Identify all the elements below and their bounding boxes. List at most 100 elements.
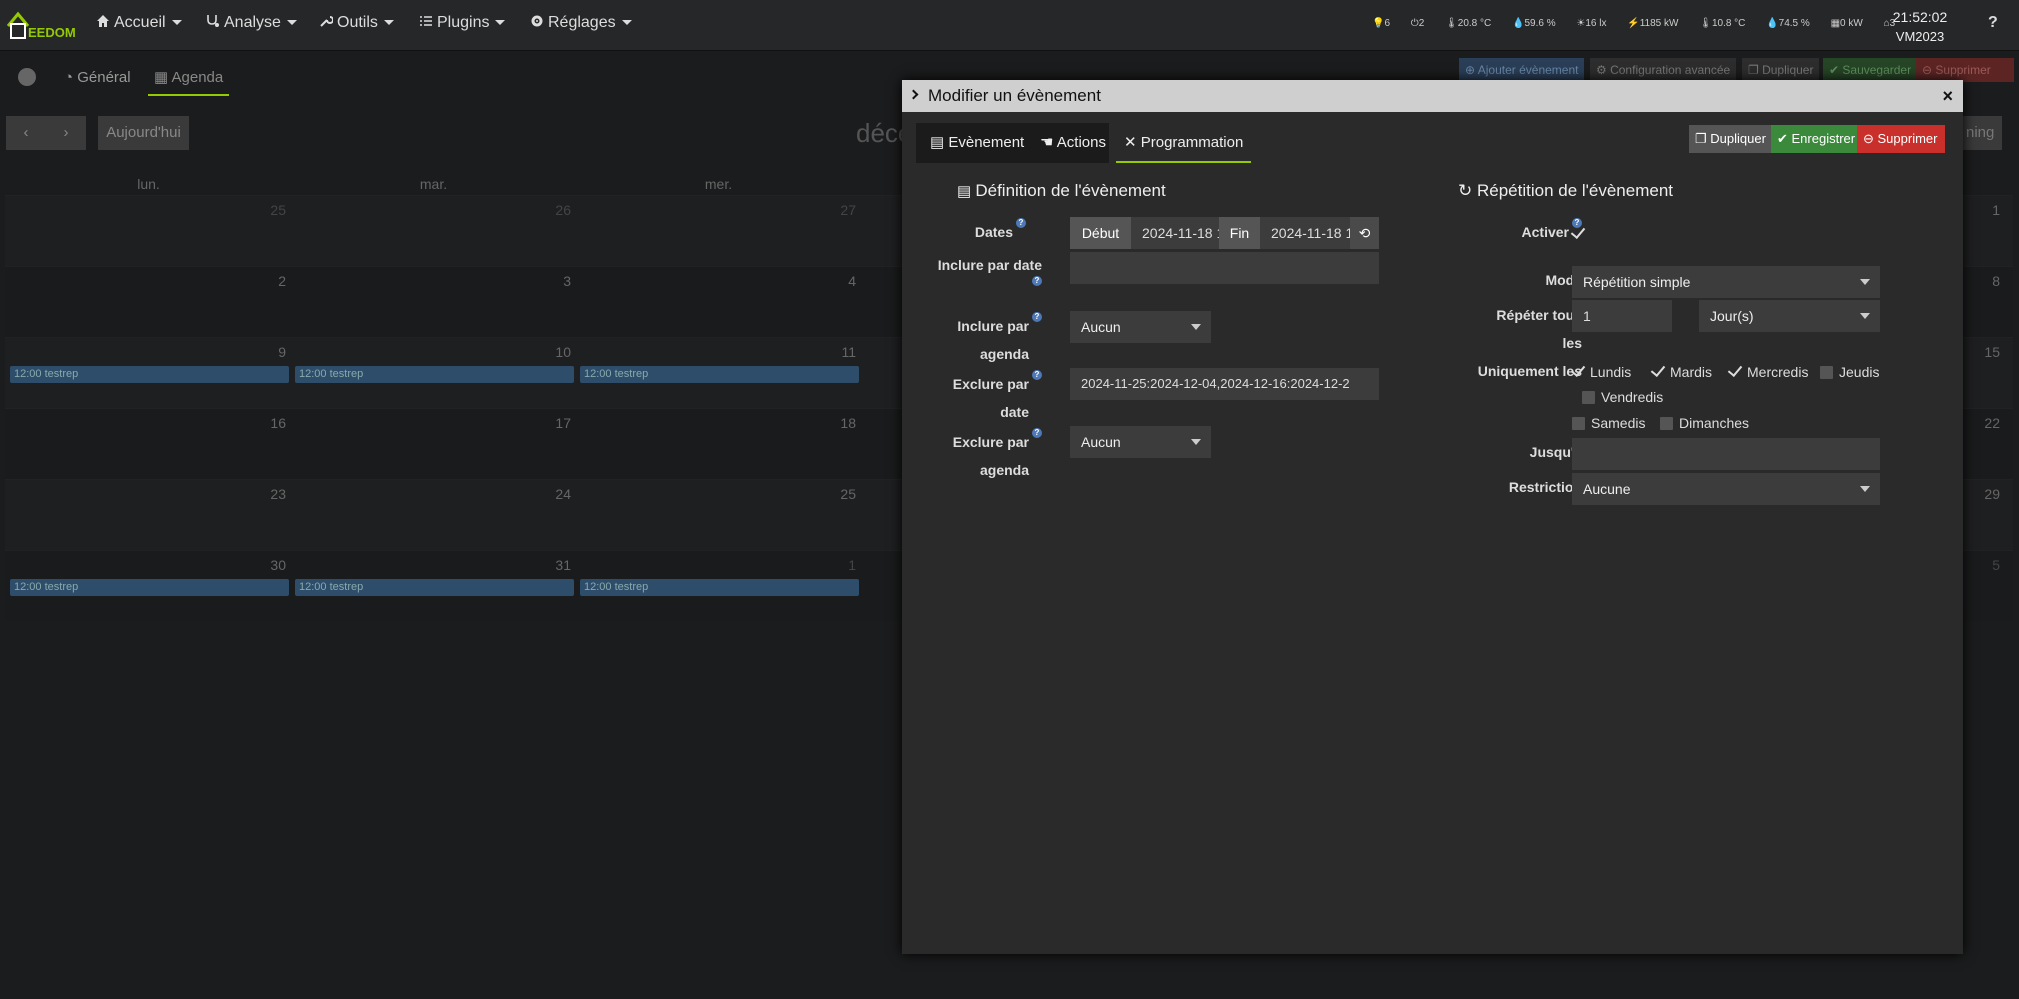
calendar-day-number[interactable]: 8 [1950, 273, 2000, 289]
tab-agenda[interactable]: ▦ Agenda [148, 62, 230, 96]
menu-plugins[interactable]: Plugins [419, 14, 506, 32]
calendar-day-number[interactable]: 4 [806, 273, 856, 289]
calendar-day-number[interactable]: 24 [521, 486, 571, 502]
calendar-event[interactable]: 12:00 testrep [10, 579, 289, 596]
question-circle-icon[interactable]: ? [1032, 428, 1042, 438]
checkbox-empty-icon [1660, 417, 1673, 430]
next-month-button[interactable]: › [46, 116, 86, 150]
calendar-event[interactable]: 12:00 testrep [295, 366, 574, 383]
save-event-button[interactable]: ✔ Enregistrer [1771, 125, 1862, 153]
duplicate-page-button[interactable]: ❐ Dupliquer [1742, 58, 1820, 82]
advanced-config-button[interactable]: ⚙ Configuration avancée [1590, 58, 1737, 82]
calendar-day-number[interactable]: 1 [806, 557, 856, 573]
calendar-day-number[interactable]: 25 [236, 202, 286, 218]
calendar-day-number[interactable]: 29 [1950, 486, 2000, 502]
tab-actions[interactable]: ☚ Actions [1032, 123, 1114, 163]
exclude-agenda-select[interactable]: Aucun [1070, 426, 1211, 458]
help-icon[interactable]: ? [1988, 14, 1998, 32]
menu-reglages[interactable]: Réglages [530, 14, 632, 32]
chevron-right-icon[interactable] [908, 89, 919, 100]
weekday-checkbox-dimanches[interactable]: Dimanches [1660, 414, 1749, 432]
calendar-day-number[interactable]: 30 [236, 557, 286, 573]
add-event-button[interactable]: ⊕ Ajouter évènement [1459, 58, 1585, 82]
calendar-day-number[interactable]: 16 [236, 415, 286, 431]
menu-analyse[interactable]: Analyse [206, 14, 297, 32]
status-summary[interactable]: 💡6 ⏻2 🌡20.8 °C 💧59.6 % ☀16 lx ⚡1185 kW 🌡… [1372, 18, 1913, 29]
status-temperature[interactable]: 🌡20.8 °C [1445, 18, 1500, 29]
question-circle-icon[interactable]: ? [1016, 218, 1026, 228]
weekday-checkbox-mercredis[interactable]: Mercredis [1727, 361, 1808, 381]
status-outdoor-temperature[interactable]: 🌡10.8 °C [1699, 18, 1754, 29]
status-humidity[interactable]: 💧59.6 % [1512, 18, 1565, 29]
menu-accueil[interactable]: Accueil [96, 14, 182, 32]
tab-programming[interactable]: ✕ Programmation [1116, 123, 1252, 163]
until-date-input[interactable] [1572, 438, 1880, 470]
calendar-day-number[interactable]: 26 [521, 202, 571, 218]
question-circle-icon[interactable]: ? [1032, 276, 1042, 286]
end-date-input[interactable]: 2024-11-18 13:00:00 [1260, 217, 1350, 249]
calendar-day-number[interactable]: 9 [236, 344, 286, 360]
calendar-event[interactable]: 12:00 testrep [295, 579, 574, 596]
status-power[interactable]: ⚡1185 kW [1627, 18, 1687, 29]
repeat-every-input[interactable]: 1 [1572, 300, 1672, 332]
status-solar[interactable]: ▦0 kW [1831, 18, 1872, 29]
save-page-button[interactable]: ✔ Sauvegarder [1823, 58, 1918, 82]
status-light[interactable]: 💡6 [1372, 18, 1399, 29]
today-button[interactable]: Aujourd'hui [98, 116, 189, 150]
status-outdoor-humidity[interactable]: 💧74.5 % [1766, 18, 1819, 29]
calendar-event[interactable]: 12:00 testrep [10, 366, 289, 383]
start-date-input[interactable]: 2024-11-18 12:00:00 [1131, 217, 1219, 249]
exclude-date-input[interactable]: 2024-11-25:2024-12-04,2024-12-16:2024-12… [1070, 368, 1379, 400]
calendar-day-number[interactable]: 22 [1950, 415, 2000, 431]
repeat-unit-select[interactable]: Jour(s) [1699, 300, 1880, 332]
question-circle-icon[interactable]: ? [1032, 312, 1042, 322]
include-date-input[interactable] [1070, 252, 1379, 284]
enable-repetition-checkbox[interactable] [1570, 223, 1590, 243]
back-arrow-icon[interactable] [18, 68, 36, 86]
tab-general[interactable]: ◔ Général [64, 62, 131, 94]
exclude-agenda-label: Exclure par agenda? [902, 428, 1042, 484]
weekday-checkbox-mardis[interactable]: Mardis [1650, 361, 1712, 381]
question-circle-icon[interactable]: ? [1032, 370, 1042, 380]
weekday-checkbox-vendredis[interactable]: Vendredis [1582, 388, 1663, 406]
checkbox-empty-icon [1572, 417, 1585, 430]
calendar-day-number[interactable]: 15 [1950, 344, 2000, 360]
weekday-checkbox-samedis[interactable]: Samedis [1572, 414, 1645, 432]
menu-outils[interactable]: Outils [319, 14, 394, 32]
calendar-day-number[interactable]: 27 [806, 202, 856, 218]
planning-view-button[interactable]: ning [1958, 116, 2003, 150]
reset-date-button[interactable]: ⟲ [1350, 217, 1379, 249]
calendar-day-number[interactable]: 25 [806, 486, 856, 502]
duplicate-event-button[interactable]: ❐ Dupliquer [1689, 125, 1772, 153]
calendar-day-number[interactable]: 10 [521, 344, 571, 360]
weekday-checkbox-lundis[interactable]: Lundis [1570, 361, 1632, 381]
calendar-day-number[interactable]: 2 [236, 273, 286, 289]
calendar-day-number[interactable]: 17 [521, 415, 571, 431]
delete-page-button[interactable]: ⊖ Supprimer [1916, 58, 2014, 82]
calendar-day-number[interactable]: 18 [806, 415, 856, 431]
calendar-day-number[interactable]: 5 [1950, 557, 2000, 573]
calendar-day-number[interactable]: 3 [521, 273, 571, 289]
restriction-select[interactable]: Aucune [1572, 473, 1880, 505]
calendar-event[interactable]: 12:00 testrep [580, 579, 859, 596]
mode-select[interactable]: Répétition simple [1572, 266, 1880, 298]
calendar-event[interactable]: 12:00 testrep [580, 366, 859, 383]
prev-month-button[interactable]: ‹ [6, 116, 46, 150]
delete-event-button[interactable]: ⊖ Supprimer [1857, 125, 1945, 153]
tab-event[interactable]: ▤ Evènement [922, 123, 1032, 163]
include-agenda-select[interactable]: Aucun [1070, 311, 1211, 343]
day-header-mon: lun. [137, 176, 160, 192]
calendar-icon: ▤ [957, 183, 976, 200]
weekday-label: Lundis [1590, 364, 1632, 380]
weekday-label: Vendredis [1601, 389, 1664, 405]
jeedom-logo[interactable]: EEDOM [6, 6, 78, 44]
status-luminosity[interactable]: ☀16 lx [1576, 18, 1615, 29]
weekday-checkbox-jeudis[interactable]: Jeudis [1820, 363, 1879, 381]
history-icon: ⟲ [1358, 225, 1371, 241]
calendar-day-number[interactable]: 1 [1950, 202, 2000, 218]
status-plug[interactable]: ⏻2 [1411, 18, 1433, 29]
calendar-day-number[interactable]: 11 [806, 344, 856, 360]
calendar-day-number[interactable]: 31 [521, 557, 571, 573]
calendar-day-number[interactable]: 23 [236, 486, 286, 502]
close-icon[interactable]: × [1942, 80, 1953, 112]
